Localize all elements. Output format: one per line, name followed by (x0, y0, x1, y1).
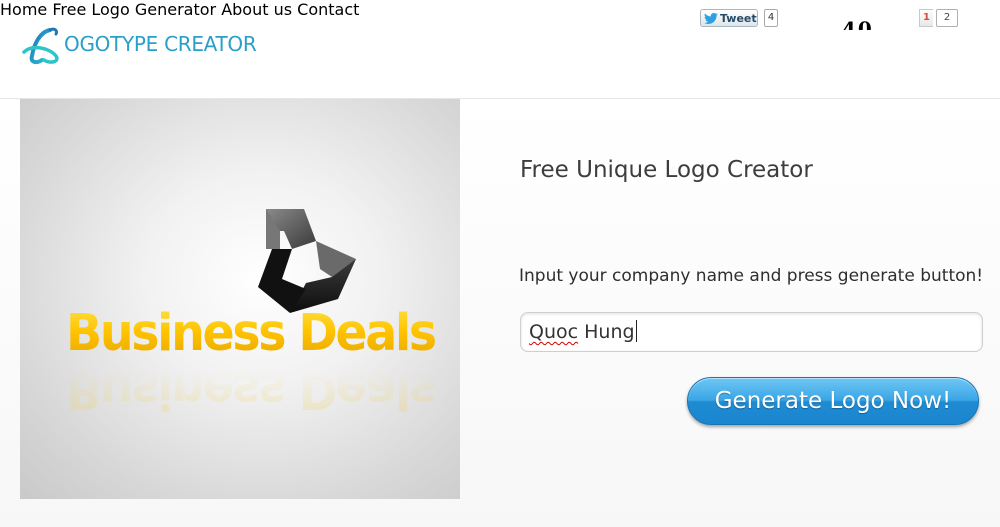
plus-one-count: 2 (936, 9, 958, 27)
tweet-label: Tweet (720, 11, 757, 25)
share-count-clipped: 40 4 (842, 18, 886, 30)
page-headline: Free Unique Logo Creator (520, 157, 813, 183)
generate-logo-button[interactable]: Generate Logo Now! (687, 377, 979, 425)
input-instruction: Input your company name and press genera… (519, 266, 984, 286)
site-logo[interactable]: OGOTYPE CREATOR (20, 22, 270, 66)
logo-wordmark: OGOTYPE CREATOR (64, 32, 257, 56)
share-count-text: 40 4 (842, 18, 874, 30)
company-name-input[interactable]: Quoc Hung (520, 312, 983, 352)
nav-home[interactable]: Home (0, 0, 47, 19)
misspelled-word: Quoc (529, 321, 579, 343)
tweet-count: 4 (764, 9, 778, 27)
nav-contact[interactable]: Contact (297, 0, 359, 19)
triangle-arrows-icon (258, 209, 356, 313)
nav-free-logo-generator[interactable]: Free Logo Generator (52, 0, 216, 19)
tweet-button[interactable]: Tweet (700, 9, 758, 27)
site-header: OGOTYPE CREATOR Tweet 4 40 4 1 2 Home Fr… (0, 0, 1000, 99)
preview-business-name: Business Deals (66, 304, 437, 363)
logo-preview-panel: Business Deals Business Deals (20, 99, 460, 499)
twitter-bird-icon (704, 12, 718, 24)
text-caret (635, 320, 637, 342)
preview-business-name-reflection: Business Deals (66, 360, 435, 419)
plus-one-button[interactable]: 1 (919, 9, 933, 27)
logo-swirl-icon (22, 27, 59, 65)
nav-about-us[interactable]: About us (221, 0, 292, 19)
input-text-rest: Hung (578, 321, 635, 343)
